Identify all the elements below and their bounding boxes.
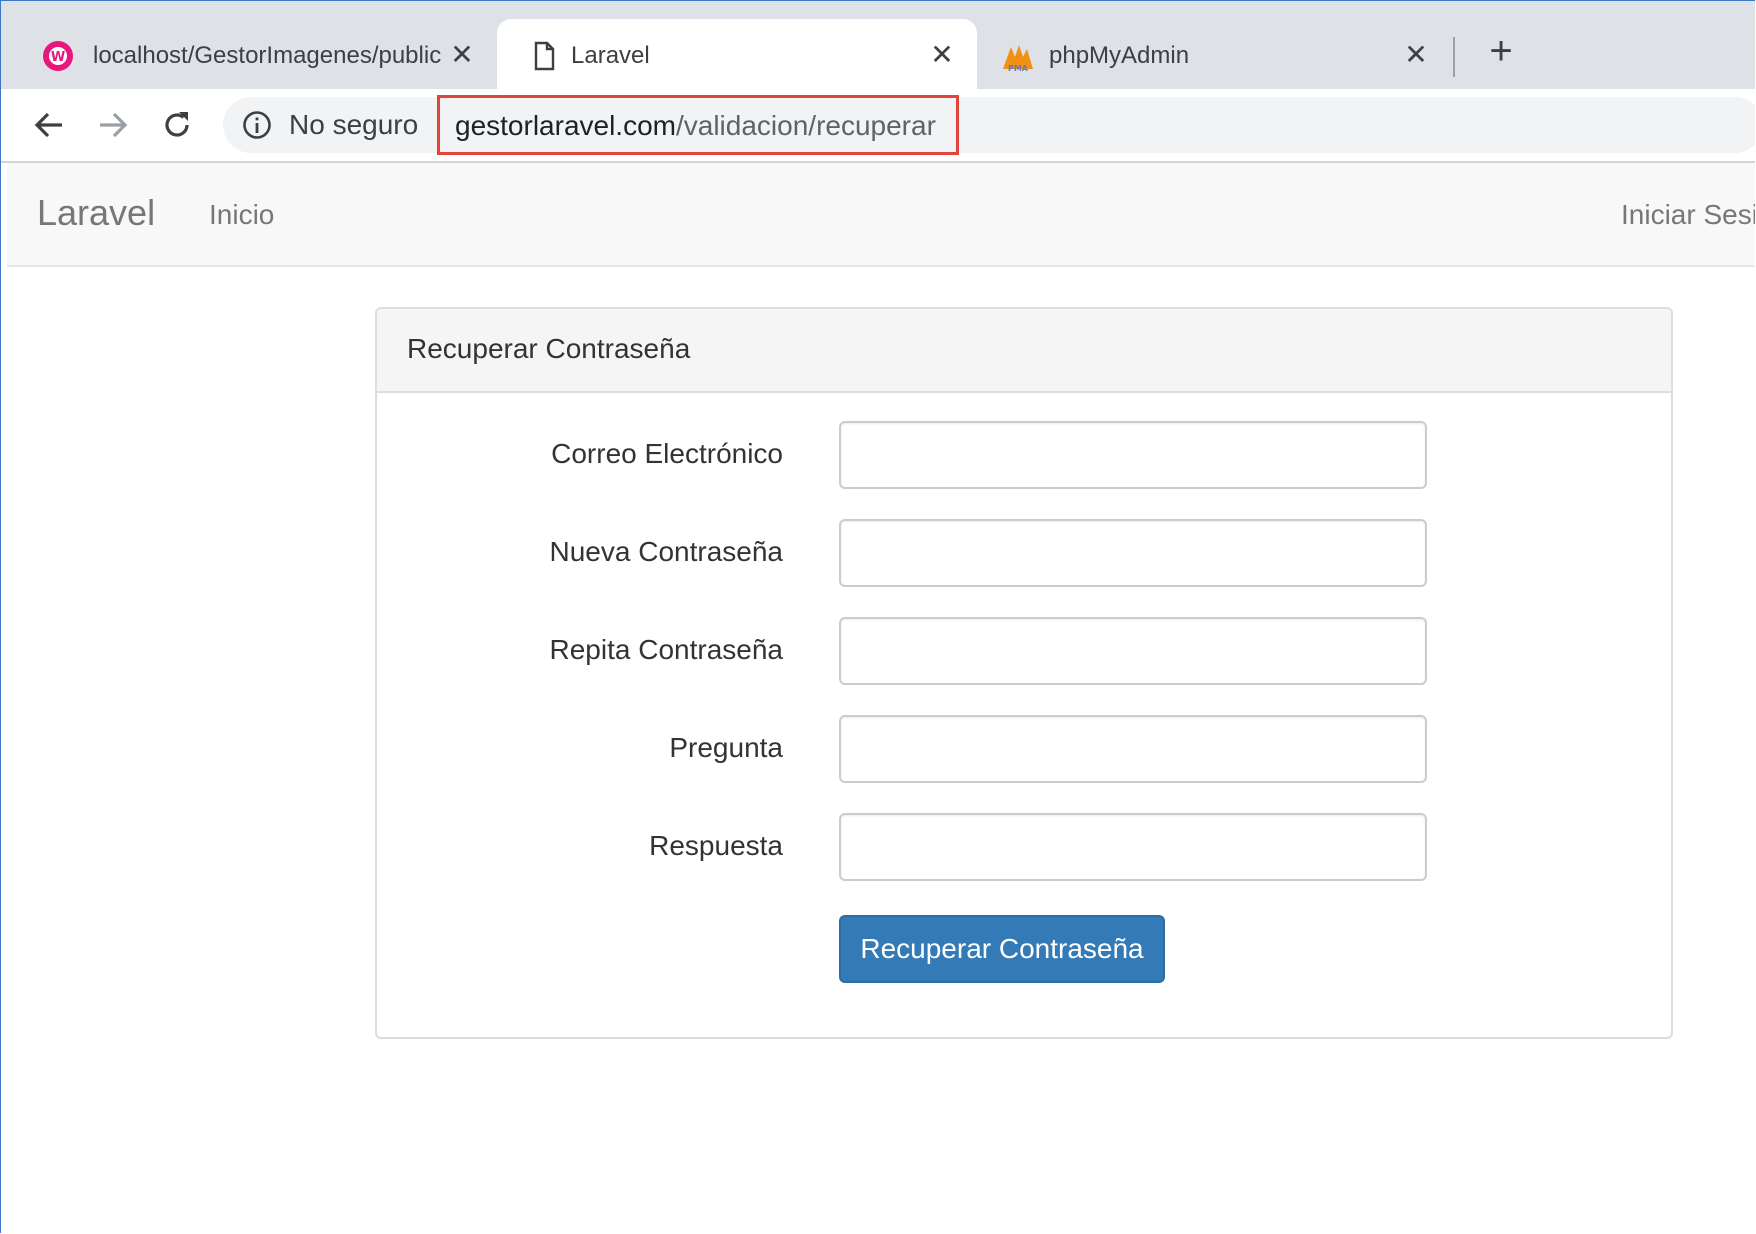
form-row-answer: Respuesta (377, 813, 1671, 883)
tab-title: phpMyAdmin (1049, 42, 1190, 69)
browser-window: W localhost/GestorImagenes/public ✕ Lara… (0, 0, 1755, 1233)
reload-button[interactable] (155, 103, 199, 147)
tab-phpmyadmin[interactable]: PMA phpMyAdmin ✕ (977, 19, 1451, 89)
tab-title: Laravel (571, 42, 650, 69)
url-domain: gestorlaravel.com (455, 110, 676, 141)
close-tab-icon[interactable]: ✕ (447, 39, 477, 70)
form-row-new-password: Nueva Contraseña (377, 519, 1671, 589)
reload-icon (165, 112, 189, 137)
repeat-password-label: Repita Contraseña (549, 634, 783, 665)
tab-localhost[interactable]: W localhost/GestorImagenes/public ✕ (1, 19, 497, 89)
tab-separator (1453, 37, 1455, 77)
svg-text:PMA: PMA (1008, 64, 1029, 73)
info-icon[interactable] (241, 109, 273, 141)
email-label: Correo Electrónico (551, 438, 783, 469)
wampserver-icon: W (43, 41, 73, 71)
back-button[interactable] (27, 103, 71, 147)
arrow-left-icon (34, 112, 62, 138)
close-tab-icon[interactable]: ✕ (927, 39, 957, 70)
question-label: Pregunta (669, 732, 783, 763)
arrow-right-icon (100, 112, 128, 138)
tab-laravel[interactable]: Laravel ✕ (497, 19, 977, 89)
nav-link-iniciar-sesion[interactable]: Iniciar Sesi (1621, 199, 1755, 231)
tab-strip: W localhost/GestorImagenes/public ✕ Lara… (1, 1, 1755, 89)
new-tab-button[interactable]: + (1481, 31, 1521, 71)
new-password-label: Nueva Contraseña (549, 536, 783, 567)
url-path: /validacion/recuperar (675, 110, 936, 141)
svg-text:W: W (51, 50, 65, 65)
new-password-field[interactable] (839, 519, 1427, 587)
phpmyadmin-icon: PMA (1003, 45, 1033, 73)
panel-title: Recuperar Contraseña (407, 333, 691, 364)
document-icon (534, 41, 555, 71)
answer-label: Respuesta (649, 830, 783, 861)
form-row-question: Pregunta (377, 715, 1671, 785)
nav-link-inicio[interactable]: Inicio (209, 199, 274, 231)
app-navbar: Laravel Inicio Iniciar Sesi (7, 163, 1755, 267)
answer-field[interactable] (839, 813, 1427, 881)
security-label[interactable]: No seguro (289, 110, 418, 140)
question-field[interactable] (839, 715, 1427, 783)
panel-heading: Recuperar Contraseña (377, 309, 1671, 393)
tab-title: localhost/GestorImagenes/public (93, 42, 442, 69)
forward-button[interactable] (91, 103, 135, 147)
repeat-password-field[interactable] (839, 617, 1427, 685)
recover-password-button[interactable]: Recuperar Contraseña (839, 915, 1165, 983)
close-tab-icon[interactable]: ✕ (1401, 39, 1431, 70)
form-row-repeat-password: Repita Contraseña (377, 617, 1671, 687)
navbar-brand[interactable]: Laravel (37, 193, 155, 233)
email-field[interactable] (839, 421, 1427, 489)
page-content: Laravel Inicio Iniciar Sesi Recuperar Co… (1, 163, 1755, 1233)
form-row-email: Correo Electrónico (377, 421, 1671, 491)
url-text[interactable]: gestorlaravel.com/validacion/recuperar (455, 109, 936, 143)
recover-password-panel: Recuperar Contraseña Correo Electrónico … (375, 307, 1673, 1039)
